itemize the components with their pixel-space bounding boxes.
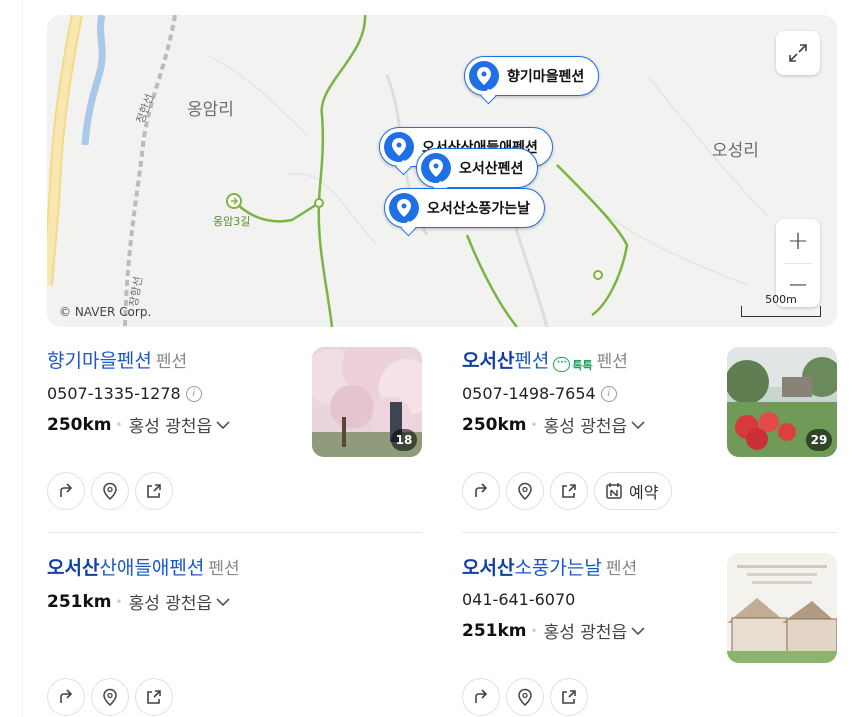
result-distance[interactable]: 250km • 홍성 광천읍 xyxy=(47,412,230,437)
result-divider xyxy=(47,532,422,533)
map-pin-label: 오서산소풍가는날 xyxy=(427,201,531,217)
map-label-ongam3gil: 옹암3길 xyxy=(213,215,251,228)
chat-icon: ··· xyxy=(553,357,571,372)
result-thumbnail[interactable]: 29 xyxy=(727,347,837,457)
map-label-oseong: 오성리 xyxy=(712,141,759,161)
chevron-down-icon xyxy=(216,597,230,606)
result-title-text[interactable]: 산애들애펜션 xyxy=(99,557,204,579)
photo-count-badge: 18 xyxy=(391,429,417,451)
location-icon xyxy=(103,482,117,500)
pension-building-photo xyxy=(727,553,837,663)
share-button[interactable] xyxy=(135,472,173,510)
result-title[interactable]: 오서산펜션 ··· 톡톡 펜션 xyxy=(462,346,628,373)
share-button[interactable] xyxy=(550,678,588,716)
result-title-text[interactable]: 향기마을펜션 xyxy=(47,350,152,372)
location-icon xyxy=(518,482,532,500)
map-scale: 500m xyxy=(741,294,821,317)
result-card-1: 향기마을펜션 펜션 xyxy=(47,346,187,373)
result-divider xyxy=(462,532,837,533)
directions-icon xyxy=(475,483,488,497)
result-phone[interactable]: 041-641-6070 xyxy=(462,590,575,609)
map-pin-label: 향기마을펜션 xyxy=(507,69,585,85)
map-pin-oseosan[interactable]: 오서산펜션 xyxy=(416,148,539,188)
location-button[interactable] xyxy=(506,472,544,510)
pin-marker-icon xyxy=(389,193,419,223)
result-category: 펜션 xyxy=(208,559,240,579)
result-title[interactable]: 오서산소풍가는날 펜션 xyxy=(462,553,637,580)
expand-icon xyxy=(789,44,807,62)
zoom-divider xyxy=(784,263,812,264)
directions-icon xyxy=(60,689,73,703)
result-phone[interactable]: 0507-1335-1278 i xyxy=(47,384,202,403)
result-title-text[interactable]: 소풍가는날 xyxy=(514,557,601,579)
directions-button[interactable] xyxy=(47,678,85,716)
zoom-in-button[interactable]: + xyxy=(776,219,820,263)
map-pin-sopung[interactable]: 오서산소풍가는날 xyxy=(384,188,546,228)
reserve-button[interactable]: 예약 xyxy=(594,472,673,510)
directions-button[interactable] xyxy=(47,472,85,510)
map-expand-button[interactable] xyxy=(776,31,820,75)
share-button[interactable] xyxy=(135,678,173,716)
left-border xyxy=(22,0,23,717)
share-icon xyxy=(147,690,161,704)
result-thumbnail[interactable] xyxy=(727,553,837,663)
info-icon[interactable]: i xyxy=(600,385,617,402)
info-icon[interactable]: i xyxy=(185,385,202,402)
share-icon xyxy=(562,484,576,498)
location-button[interactable] xyxy=(91,678,129,716)
result-phone[interactable]: 0507-1498-7654 i xyxy=(462,384,617,403)
map-label-ongam: 옹암리 xyxy=(187,100,234,120)
chevron-down-icon xyxy=(216,420,230,429)
result-category: 펜션 xyxy=(596,352,628,372)
share-icon xyxy=(562,690,576,704)
result-card-3: 오서산산애들애펜션 펜션 xyxy=(47,553,240,580)
location-icon xyxy=(518,688,532,706)
map-view[interactable]: 옹암리 오성리 정한선 장항선 옹암3길 향기마을펜션 오서산산애들애펜션 오서… xyxy=(47,15,837,327)
result-distance[interactable]: 250km • 홍성 광천읍 xyxy=(462,412,645,437)
naver-booking-icon xyxy=(606,483,622,499)
map-scale-label: 500m xyxy=(765,293,797,306)
share-icon xyxy=(147,484,161,498)
talktalk-badge[interactable]: ··· 톡톡 xyxy=(553,357,593,373)
result-address: 홍성 광천읍 xyxy=(128,594,213,614)
directions-button[interactable] xyxy=(462,678,500,716)
result-category: 펜션 xyxy=(605,559,638,579)
pin-marker-icon xyxy=(384,132,414,162)
share-button[interactable] xyxy=(550,472,588,510)
location-icon xyxy=(103,688,117,706)
result-card-4: 오서산소풍가는날 펜션 xyxy=(462,553,637,580)
map-pin-hyanggi[interactable]: 향기마을펜션 xyxy=(464,56,600,96)
directions-icon xyxy=(475,689,488,703)
result-card-2: 오서산펜션 ··· 톡톡 펜션 xyxy=(462,346,628,373)
pin-marker-icon xyxy=(469,61,499,91)
result-distance[interactable]: 251km • 홍성 광천읍 xyxy=(462,618,645,643)
result-title-text[interactable]: 펜션 xyxy=(514,350,549,372)
result-address: 홍성 광천읍 xyxy=(128,417,213,437)
result-title[interactable]: 향기마을펜션 펜션 xyxy=(47,346,187,373)
map-pin-label: 오서산펜션 xyxy=(459,161,524,177)
result-address: 홍성 광천읍 xyxy=(543,623,628,643)
result-category: 펜션 xyxy=(155,352,188,372)
location-button[interactable] xyxy=(506,678,544,716)
location-button[interactable] xyxy=(91,472,129,510)
result-actions: 예약 xyxy=(462,472,673,510)
reserve-label: 예약 xyxy=(629,483,659,502)
directions-icon xyxy=(60,483,73,497)
result-actions xyxy=(462,678,588,716)
result-thumbnail[interactable]: 18 xyxy=(312,347,422,457)
chevron-down-icon xyxy=(631,626,645,635)
chevron-down-icon xyxy=(631,420,645,429)
result-title[interactable]: 오서산산애들애펜션 펜션 xyxy=(47,553,240,580)
map-copyright: © NAVER Corp. xyxy=(59,305,152,319)
pin-marker-icon xyxy=(421,153,451,183)
result-actions xyxy=(47,678,173,716)
photo-count-badge: 29 xyxy=(806,429,832,451)
result-distance[interactable]: 251km • 홍성 광천읍 xyxy=(47,589,230,614)
result-actions xyxy=(47,472,173,510)
result-address: 홍성 광천읍 xyxy=(543,417,628,437)
directions-button[interactable] xyxy=(462,472,500,510)
